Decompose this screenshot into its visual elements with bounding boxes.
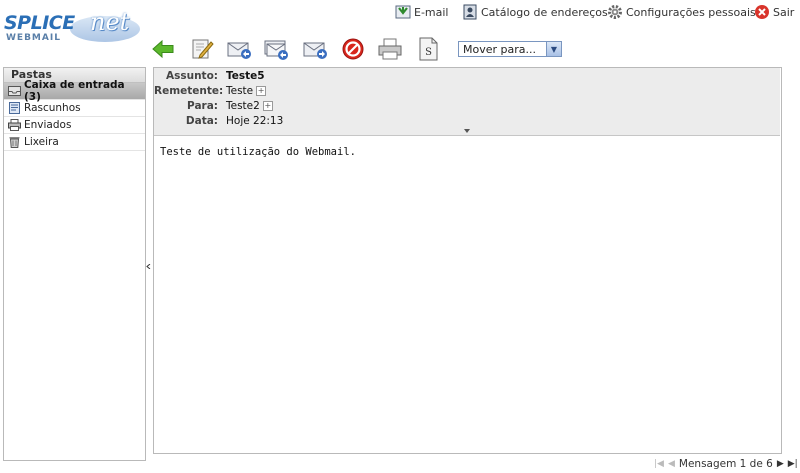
delete-icon (342, 38, 364, 60)
settings-gear-icon (608, 5, 622, 19)
subject-row: Assunto: Teste5 (154, 68, 780, 84)
previous-message-icon[interactable]: ◀ (668, 459, 675, 469)
logo-net-text: net (90, 8, 130, 36)
compose-button[interactable] (189, 36, 215, 62)
email-link[interactable]: E-mail (395, 3, 449, 21)
expand-sender-icon[interactable]: + (256, 85, 267, 96)
back-button[interactable] (150, 36, 176, 62)
view-source-button[interactable]: S (415, 36, 441, 62)
date-row: Data: Hoje 22:13 (154, 113, 780, 129)
address-book-label: Catálogo de endereços (481, 5, 608, 19)
folder-pane: Pastas Caixa de entrada (3) Rascunhos En… (3, 67, 146, 461)
logout-label: Sair (773, 5, 795, 19)
message-pager: |◀ ◀ Mensagem 1 de 6 ▶ ▶| (654, 457, 798, 471)
from-value: Teste (226, 84, 254, 97)
to-label: Para: (187, 99, 218, 112)
settings-label: Configurações pessoais (626, 5, 756, 19)
folder-sent[interactable]: Enviados (4, 117, 145, 134)
settings-link[interactable]: Configurações pessoais (607, 3, 756, 21)
logo-subtext: WEBMAIL (6, 33, 61, 43)
date-value: Hoje 22:13 (226, 114, 284, 127)
compose-icon (192, 39, 214, 59)
move-to-folder-value: Mover para... (463, 42, 536, 56)
chevron-down-icon: ▼ (546, 42, 561, 56)
logo-text: SPLICE (4, 12, 75, 34)
from-row: Remetente: Teste + (154, 83, 780, 99)
pane-resize-handle[interactable] (146, 259, 151, 270)
trash-icon (9, 137, 20, 148)
forward-button[interactable] (302, 36, 328, 62)
logout-icon (755, 5, 769, 19)
forward-icon (303, 42, 327, 59)
next-message-icon[interactable]: ▶ (777, 459, 784, 469)
reply-icon (227, 42, 251, 59)
reply-button[interactable] (226, 36, 252, 62)
email-link-label: E-mail (414, 5, 449, 19)
delete-button[interactable] (340, 36, 366, 62)
folder-drafts-label: Rascunhos (24, 102, 81, 114)
inbox-icon (8, 86, 21, 96)
webmail-logo: SPLICE net WEBMAIL (4, 8, 144, 44)
expand-recipient-icon[interactable]: + (262, 100, 273, 111)
sent-icon (8, 119, 21, 131)
folder-sent-label: Enviados (24, 119, 72, 131)
date-label: Data: (185, 114, 218, 127)
email-icon (395, 5, 411, 19)
message-body: Teste de utilização do Webmail. (160, 146, 356, 158)
address-book-icon (463, 4, 477, 20)
svg-text:S: S (425, 47, 432, 58)
reply-all-button[interactable] (263, 36, 289, 62)
reply-all-icon (264, 40, 288, 60)
subject-label: Assunto: (165, 69, 218, 82)
logout-link[interactable]: Sair (754, 3, 794, 21)
pager-text: Mensagem 1 de 6 (678, 458, 773, 470)
source-icon: S (419, 37, 438, 61)
move-to-folder-select[interactable]: Mover para... ▼ (458, 41, 562, 57)
to-row: Para: Teste2 + (154, 98, 780, 114)
back-icon (152, 39, 174, 59)
folder-inbox[interactable]: Caixa de entrada (3) (4, 79, 145, 103)
subject-value: Teste5 (226, 69, 265, 82)
folder-trash-label: Lixeira (24, 136, 59, 148)
print-icon (378, 38, 402, 60)
from-label: Remetente: (154, 84, 224, 97)
header-collapse-toggle[interactable] (154, 128, 780, 136)
folder-trash[interactable]: Lixeira (4, 134, 145, 151)
folder-inbox-label: Caixa de entrada (3) (23, 79, 125, 103)
address-book-link[interactable]: Catálogo de endereços (462, 3, 608, 21)
print-button[interactable] (377, 36, 403, 62)
last-message-icon[interactable]: ▶| (788, 459, 798, 469)
chevron-down-icon (464, 129, 470, 133)
message-pane: Assunto: Teste5 Remetente: Teste + Para:… (153, 67, 782, 454)
first-message-icon[interactable]: |◀ (654, 459, 664, 469)
drafts-icon (9, 102, 20, 114)
to-value: Teste2 (226, 99, 260, 112)
